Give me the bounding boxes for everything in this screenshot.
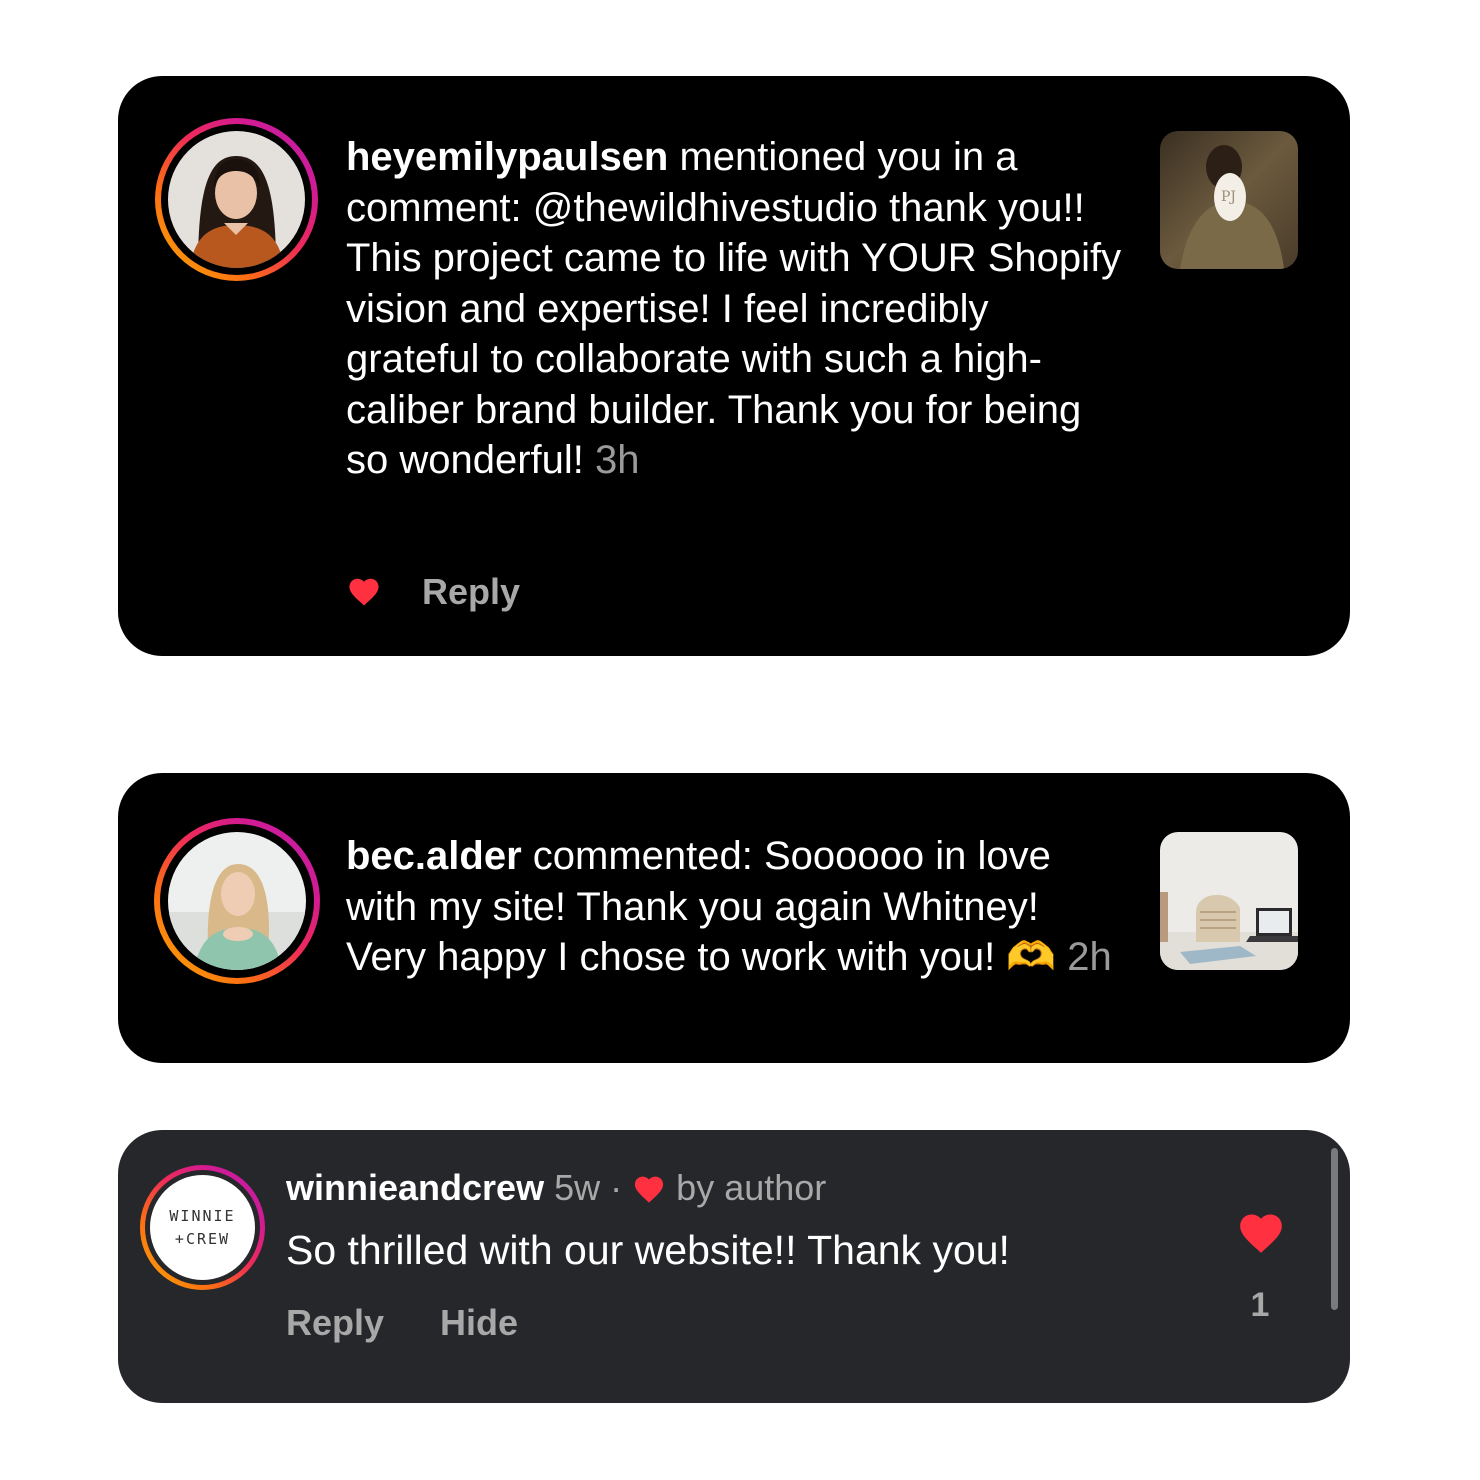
post-thumbnail[interactable]: [1160, 832, 1298, 970]
avatar: [168, 832, 306, 970]
thumbnail-monogram: PJ: [1221, 189, 1237, 205]
comment-meta: winnieandcrew 5w · by author: [286, 1166, 826, 1214]
timestamp: 2h: [1067, 935, 1112, 979]
avatar-logo-line2: +CREW: [174, 1230, 231, 1248]
story-ring[interactable]: WINNIE +CREW: [140, 1165, 265, 1290]
liked-by-author: by author: [676, 1167, 827, 1208]
notification-mention[interactable]: heyemilypaulsen mentioned you in a comme…: [118, 76, 1350, 656]
avatar: WINNIE +CREW: [150, 1175, 255, 1280]
timestamp: 3h: [595, 438, 640, 482]
avatar-logo-line1: WINNIE: [169, 1207, 236, 1225]
heart-hands-emoji: 🫶: [1006, 935, 1057, 979]
like-heart-icon[interactable]: [1236, 1209, 1286, 1260]
username[interactable]: bec.alder: [346, 834, 522, 878]
notification-text: bec.alder commented: Soooooo in love wit…: [346, 831, 1126, 983]
hide-button[interactable]: Hide: [440, 1302, 518, 1344]
notification-text: heyemilypaulsen mentioned you in a comme…: [346, 132, 1126, 486]
username[interactable]: winnieandcrew: [286, 1167, 544, 1208]
like-heart-icon[interactable]: [346, 575, 382, 612]
message-body: mentioned you in a comment: @thewildhive…: [346, 135, 1122, 482]
comment-row[interactable]: WINNIE +CREW winnieandcrew 5w · by autho…: [118, 1130, 1350, 1403]
story-ring[interactable]: [154, 818, 320, 984]
separator: ·: [610, 1167, 623, 1208]
reply-button[interactable]: Reply: [286, 1302, 384, 1344]
scrollbar[interactable]: [1331, 1148, 1338, 1310]
notification-comment[interactable]: bec.alder commented: Soooooo in love wit…: [118, 773, 1350, 1063]
avatar: [168, 131, 305, 268]
story-ring[interactable]: [155, 118, 318, 281]
timestamp: 5w: [554, 1167, 601, 1208]
reply-button[interactable]: Reply: [422, 571, 520, 613]
post-thumbnail[interactable]: PJ: [1160, 131, 1298, 269]
heart-icon: [632, 1170, 666, 1214]
comment-text: So thrilled with our website!! Thank you…: [286, 1227, 1010, 1273]
username[interactable]: heyemilypaulsen: [346, 135, 668, 179]
like-count: 1: [1250, 1286, 1270, 1324]
